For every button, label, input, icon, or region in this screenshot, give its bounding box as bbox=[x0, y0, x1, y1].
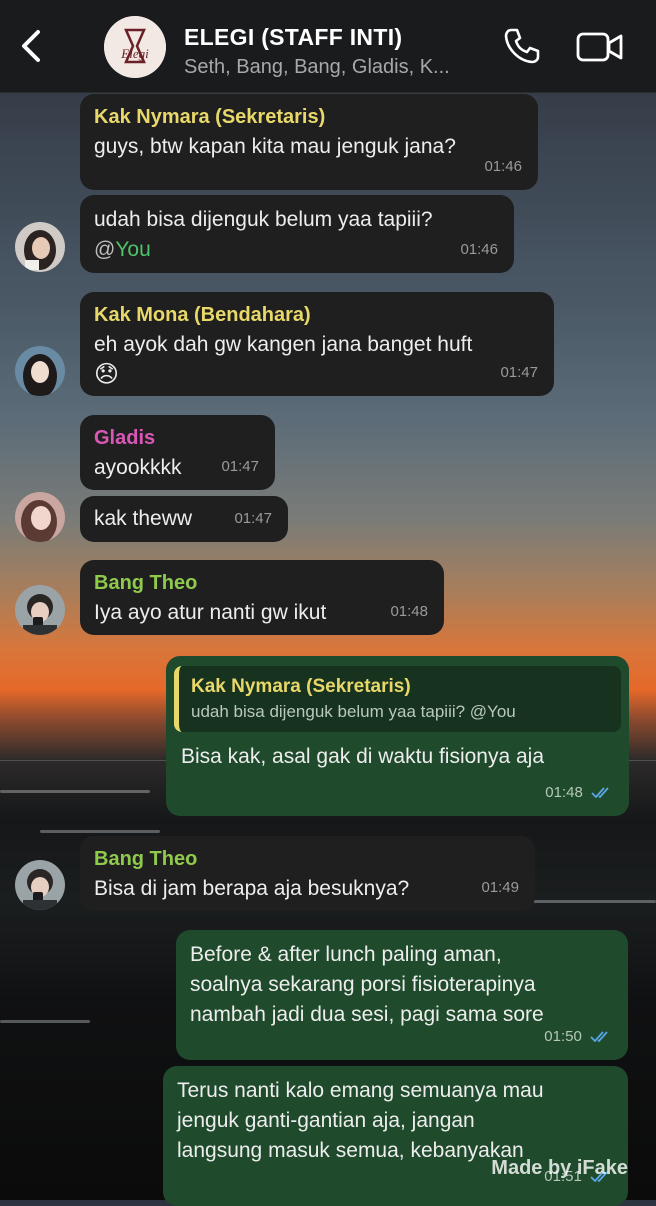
message-time: 01:46 bbox=[484, 158, 522, 175]
avatar-theo[interactable] bbox=[15, 585, 65, 635]
read-receipt-icon bbox=[591, 787, 609, 799]
message-text: Bisa di jam berapa aja besuknya? bbox=[94, 877, 410, 900]
message-time: 01:48 bbox=[545, 778, 613, 808]
reply-text: udah bisa dijenguk belum yaa tapiii? @Yo… bbox=[191, 702, 516, 721]
message-time: 01:47 bbox=[234, 510, 272, 527]
video-call-icon[interactable] bbox=[576, 30, 624, 64]
read-receipt-icon bbox=[590, 1031, 608, 1043]
sender-name: Gladis bbox=[94, 427, 156, 449]
message-bubble[interactable]: kak theww 01:47 bbox=[80, 496, 288, 542]
svg-text:Elegi: Elegi bbox=[120, 46, 149, 61]
avatar-mona[interactable] bbox=[15, 346, 65, 396]
sea-foam bbox=[520, 900, 656, 903]
mention-you[interactable]: You bbox=[115, 238, 150, 261]
chat-header: Elegi ELEGI (STAFF INTI) Seth, Bang, Ban… bbox=[0, 0, 656, 93]
message-time: 01:49 bbox=[481, 879, 519, 896]
message-text: eh ayok dah gw kangen jana banget huft bbox=[94, 333, 473, 356]
avatar-theo[interactable] bbox=[15, 860, 65, 910]
message-text: Bisa kak, asal gak di waktu fisionya aja bbox=[181, 745, 545, 768]
avatar-photo bbox=[15, 585, 65, 635]
message-text: Iya ayo atur nanti gw ikut bbox=[94, 601, 327, 624]
reply-quote[interactable]: Kak Nymara (Sekretaris) udah bisa dijeng… bbox=[174, 666, 621, 732]
outgoing-message-bubble[interactable]: Kak Nymara (Sekretaris) udah bisa dijeng… bbox=[166, 656, 629, 816]
avatar-photo bbox=[15, 860, 65, 910]
avatar-photo bbox=[15, 492, 65, 542]
sad-face-emoji: 😞 bbox=[94, 361, 120, 388]
message-text-line: Before & after lunch paling aman, bbox=[190, 943, 502, 966]
phone-call-icon[interactable] bbox=[502, 26, 542, 66]
outgoing-message-bubble[interactable]: Terus nanti kalo emang semuanya mau jeng… bbox=[163, 1066, 628, 1206]
message-text-line: jenguk ganti-gantian aja, jangan bbox=[177, 1109, 475, 1132]
message-bubble[interactable]: Kak Nymara (Sekretaris) guys, btw kapan … bbox=[80, 94, 538, 190]
avatar-photo bbox=[15, 346, 65, 396]
sender-name: Kak Nymara (Sekretaris) bbox=[94, 106, 326, 128]
avatar-photo bbox=[15, 222, 65, 272]
message-bubble[interactable]: udah bisa dijenguk belum yaa tapiii? @Yo… bbox=[80, 195, 514, 273]
message-bubble[interactable]: Gladis ayookkkk 01:47 bbox=[80, 415, 275, 490]
message-text-line: soalnya sekarang porsi fisioterapinya bbox=[190, 973, 536, 996]
message-time: 01:46 bbox=[460, 241, 498, 258]
sea-foam bbox=[0, 1020, 90, 1023]
message-bubble[interactable]: Bang Theo Iya ayo atur nanti gw ikut 01:… bbox=[80, 560, 444, 635]
message-time: 01:50 bbox=[544, 1022, 612, 1052]
message-text: udah bisa dijenguk belum yaa tapiii? bbox=[94, 208, 433, 231]
sender-name: Bang Theo bbox=[94, 572, 198, 594]
avatar-gladis[interactable] bbox=[15, 492, 65, 542]
message-time: 01:47 bbox=[221, 458, 259, 475]
group-logo: Elegi bbox=[104, 16, 166, 78]
group-avatar[interactable]: Elegi bbox=[104, 16, 166, 78]
watermark: Made by iFake bbox=[491, 1157, 628, 1179]
avatar-nymara[interactable] bbox=[15, 222, 65, 272]
sea-foam bbox=[40, 830, 160, 833]
chat-title[interactable]: ELEGI (STAFF INTI) bbox=[184, 24, 402, 51]
message-time: 01:47 bbox=[500, 364, 538, 381]
chat-members[interactable]: Seth, Bang, Bang, Gladis, K... bbox=[184, 56, 450, 79]
reply-sender: Kak Nymara (Sekretaris) bbox=[191, 676, 411, 697]
outgoing-message-bubble[interactable]: Before & after lunch paling aman, soalny… bbox=[176, 930, 628, 1060]
message-bubble[interactable]: Kak Mona (Bendahara) eh ayok dah gw kang… bbox=[80, 292, 554, 396]
sea-foam bbox=[0, 790, 150, 793]
back-arrow-icon[interactable] bbox=[14, 26, 46, 66]
message-time: 01:48 bbox=[390, 603, 428, 620]
message-bubble[interactable]: Bang Theo Bisa di jam berapa aja besukny… bbox=[80, 836, 535, 911]
sender-name: Bang Theo bbox=[94, 848, 198, 870]
message-text-line: Terus nanti kalo emang semuanya mau bbox=[177, 1079, 544, 1102]
message-text: guys, btw kapan kita mau jenguk jana? bbox=[94, 135, 456, 158]
sender-name: Kak Mona (Bendahara) bbox=[94, 304, 311, 326]
